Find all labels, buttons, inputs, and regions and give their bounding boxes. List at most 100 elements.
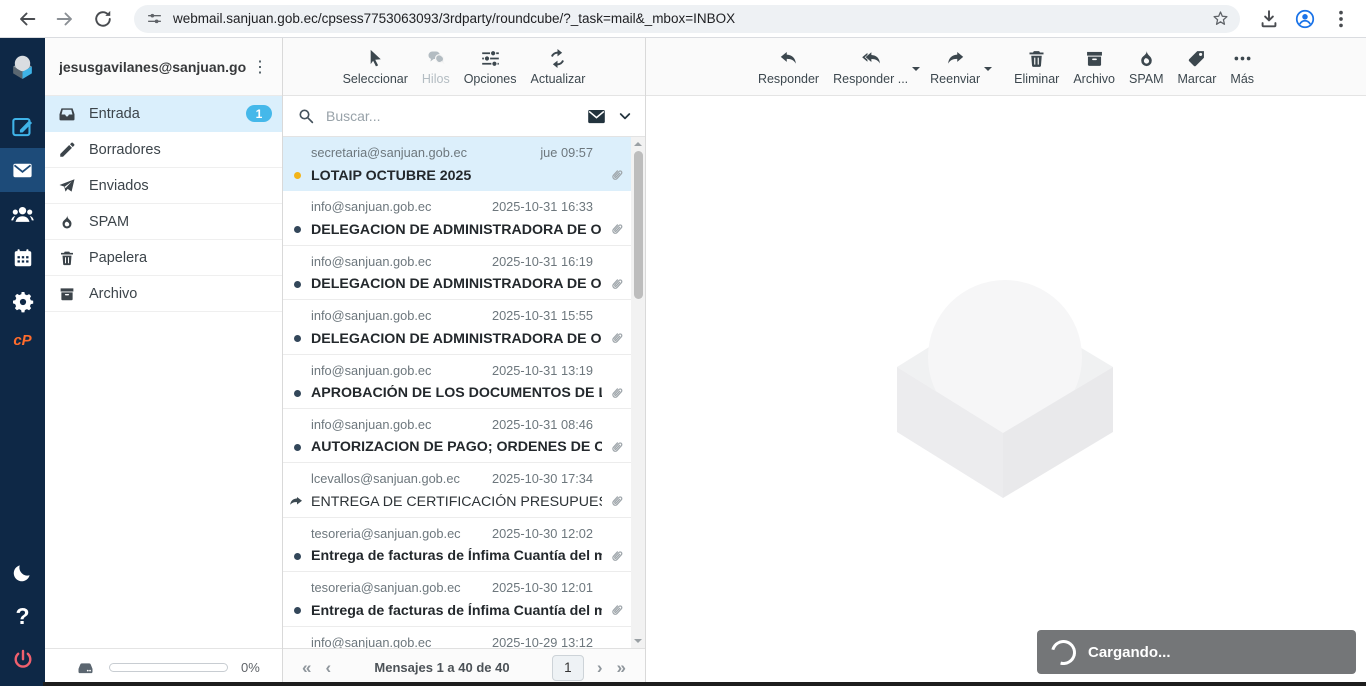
nav-contacts-button[interactable]	[0, 192, 45, 236]
last-page-button[interactable]: »	[610, 659, 633, 676]
folder-label: Papelera	[89, 250, 147, 266]
page-number-input[interactable]: 1	[552, 655, 584, 681]
spam-button[interactable]: SPAM	[1122, 48, 1171, 86]
address-bar[interactable]: webmail.sanjuan.gob.ec/cpsess7753063093/…	[134, 5, 1240, 33]
unread-dot-icon	[294, 607, 301, 614]
browser-back-icon[interactable]	[16, 8, 38, 30]
scroll-up-arrow-icon[interactable]	[634, 142, 642, 146]
list-toolbar: Seleccionar Hilos Opciones Actualizar	[283, 38, 645, 96]
message-subject: DELEGACION DE ADMINISTRADORA DE OR…	[311, 331, 602, 347]
scrollbar-thumb[interactable]	[634, 151, 643, 299]
message-sender: tesoreria@sanjuan.gob.ec	[311, 580, 484, 596]
trash-icon	[58, 249, 76, 267]
message-row[interactable]: tesoreria@sanjuan.gob.ec2025-10-30 12:01…	[283, 572, 645, 626]
unread-dot-icon	[294, 281, 301, 288]
app-nav-rail: cP ?	[0, 38, 45, 686]
message-row[interactable]: info@sanjuan.gob.ec2025-10-31 16:19 DELE…	[283, 246, 645, 300]
message-row[interactable]: info@sanjuan.gob.ec2025-10-31 15:55 DELE…	[283, 300, 645, 354]
message-sender: info@sanjuan.gob.ec	[311, 308, 484, 324]
mark-button[interactable]: Marcar	[1171, 48, 1224, 86]
archive-label: Archivo	[1073, 72, 1115, 86]
attachment-icon	[608, 439, 625, 456]
folder-pane: jesusgavilanes@sanjuan.gob.... ⋮ Entrada…	[45, 38, 283, 686]
attachment-icon	[608, 548, 625, 565]
flagged-dot-icon	[294, 172, 301, 179]
delete-button[interactable]: Eliminar	[1007, 48, 1066, 86]
folder-drafts[interactable]: Borradores	[45, 132, 282, 168]
folder-spam[interactable]: SPAM	[45, 204, 282, 240]
next-page-button[interactable]: ›	[590, 659, 610, 676]
url-text[interactable]: webmail.sanjuan.gob.ec/cpsess7753063093/…	[173, 11, 1211, 26]
select-button[interactable]: Seleccionar	[336, 48, 415, 86]
folder-sent[interactable]: Enviados	[45, 168, 282, 204]
reply-all-label: Responder ...	[833, 72, 908, 86]
site-settings-icon[interactable]	[146, 10, 163, 27]
unread-badge: 1	[246, 105, 272, 122]
folder-inbox[interactable]: Entrada 1	[45, 96, 282, 132]
message-row[interactable]: tesoreria@sanjuan.gob.ec2025-10-30 12:02…	[283, 518, 645, 572]
more-label: Más	[1230, 72, 1254, 86]
dark-mode-button[interactable]	[0, 550, 45, 594]
loading-label: Cargando...	[1088, 644, 1171, 661]
message-sender: info@sanjuan.gob.ec	[311, 635, 484, 648]
refresh-button[interactable]: Actualizar	[524, 48, 593, 86]
help-button[interactable]: ?	[0, 594, 45, 638]
folder-trash[interactable]: Papelera	[45, 240, 282, 276]
profile-icon[interactable]	[1294, 8, 1316, 30]
disk-icon	[75, 657, 96, 678]
message-row[interactable]: info@sanjuan.gob.ec2025-10-31 13:19 APRO…	[283, 355, 645, 409]
search-scope-envelope-icon[interactable]	[586, 106, 607, 127]
threads-label: Hilos	[422, 72, 450, 86]
refresh-icon	[547, 48, 568, 69]
archive-icon	[1084, 48, 1105, 69]
archive-button[interactable]: Archivo	[1066, 48, 1122, 86]
message-row[interactable]: secretaria@sanjuan.gob.ecjue 09:57 LOTAI…	[283, 137, 645, 191]
message-date: 2025-10-30 17:34	[492, 471, 593, 487]
message-row[interactable]: info@sanjuan.gob.ec2025-10-31 16:33 DELE…	[283, 191, 645, 245]
attachment-icon	[608, 602, 625, 619]
nav-mail-button[interactable]	[0, 148, 45, 192]
list-scrollbar[interactable]	[631, 137, 645, 648]
nav-cpanel-button[interactable]: cP	[0, 324, 45, 356]
reply-all-button[interactable]: Responder ...	[826, 48, 915, 86]
prev-page-button[interactable]: ‹	[318, 659, 338, 676]
compose-button[interactable]	[0, 104, 45, 148]
sliders-icon	[480, 48, 501, 69]
search-input[interactable]	[324, 107, 578, 125]
refresh-label: Actualizar	[531, 72, 586, 86]
ellipsis-icon	[1232, 48, 1253, 69]
forward-caret-icon[interactable]	[984, 67, 992, 75]
message-view-pane: Responder Responder ... Reenviar Elimina…	[646, 38, 1366, 686]
forwarded-icon	[288, 494, 304, 510]
message-row[interactable]: lcevallos@sanjuan.gob.ec2025-10-30 17:34…	[283, 463, 645, 517]
pagination-label: Mensajes 1 a 40 de 40	[338, 660, 546, 675]
quota-percent: 0%	[241, 660, 260, 675]
message-row[interactable]: info@sanjuan.gob.ec2025-10-31 08:46 AUTO…	[283, 409, 645, 463]
attachment-icon	[608, 493, 625, 510]
bookmark-star-icon[interactable]	[1211, 9, 1230, 28]
folder-archive[interactable]: Archivo	[45, 276, 282, 312]
nav-calendar-button[interactable]	[0, 236, 45, 280]
browser-forward-icon[interactable]	[54, 8, 76, 30]
message-subject: AUTORIZACION DE PAGO; ORDENES DE CO…	[311, 439, 602, 455]
reply-all-caret-icon[interactable]	[912, 67, 920, 75]
spinner-icon	[1046, 635, 1080, 669]
options-button[interactable]: Opciones	[457, 48, 524, 86]
search-options-chevron-icon[interactable]	[617, 108, 633, 124]
browser-reload-icon[interactable]	[92, 8, 114, 30]
forward-button[interactable]: Reenviar	[923, 48, 987, 86]
first-page-button[interactable]: «	[295, 659, 318, 676]
browser-menu-icon[interactable]	[1330, 8, 1352, 30]
message-row[interactable]: info@sanjuan.gob.ec2025-10-29 13:12	[283, 627, 645, 648]
threads-icon	[425, 48, 446, 69]
scroll-down-arrow-icon[interactable]	[634, 639, 642, 643]
reply-label: Responder	[758, 72, 819, 86]
message-subject: DELEGACION DE ADMINISTRADORA DE OR…	[311, 276, 602, 292]
more-button[interactable]: Más	[1223, 48, 1261, 86]
nav-settings-button[interactable]	[0, 280, 45, 324]
reply-button[interactable]: Responder	[751, 48, 826, 86]
downloads-icon[interactable]	[1258, 8, 1280, 30]
threads-button[interactable]: Hilos	[415, 48, 457, 86]
account-menu-icon[interactable]: ⋮	[246, 55, 274, 79]
logout-button[interactable]	[0, 638, 45, 682]
